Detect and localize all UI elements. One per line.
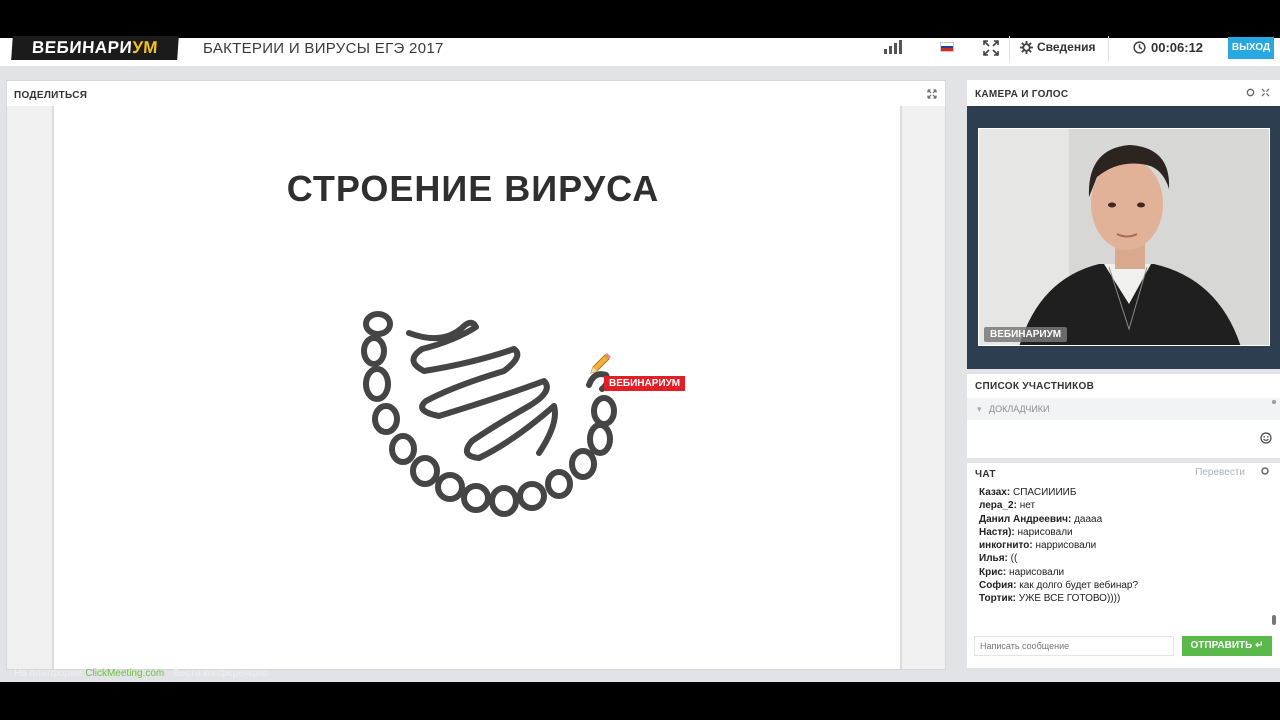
chat-text: наррисовали [1035, 540, 1097, 552]
fullscreen-icon[interactable] [983, 40, 999, 56]
presenter-video-image [979, 129, 1269, 345]
chat-message: лера_2: нет [979, 499, 1264, 512]
logo: ВЕБИНАРИУМ [11, 36, 179, 60]
chat-header: ЧАТ [975, 469, 996, 480]
scrollbar[interactable] [1272, 400, 1276, 404]
slide-viewport: СТРОЕНИЕ ВИРУСА ВЕБИНАРИУМ [7, 106, 945, 669]
expand-icon[interactable] [1261, 88, 1270, 97]
virus-sketch-drawing [361, 311, 617, 517]
top-bar: ВЕБИНАРИУМ БАКТЕРИИ И ВИРУСЫ ЕГЭ 2017 Св… [0, 36, 1280, 66]
info-label: Сведения [1037, 40, 1096, 54]
participants-header: СПИСОК УЧАСТНИКОВ [975, 381, 1095, 392]
send-button[interactable]: ОТПРАВИТЬ ↵ [1182, 636, 1272, 656]
chat-text: как долго будет вебинар? [1019, 580, 1139, 592]
participants-panel: СПИСОК УЧАСТНИКОВ ДОКЛАДЧИКИ [967, 374, 1280, 458]
chat-author: Данил Андреевич: [979, 513, 1072, 525]
clickmeeting-link[interactable]: ClickMeeting.com [85, 668, 164, 679]
footer-suffix: - Вести конференцию [167, 668, 269, 679]
chat-author: София: [979, 580, 1017, 592]
expand-icon[interactable] [927, 89, 937, 99]
presenter-cursor-label: ВЕБИНАРИУМ [604, 376, 686, 391]
signal-bars-icon [884, 40, 906, 54]
footer: На платформе ClickMeeting.com - Вести ко… [14, 668, 268, 679]
share-header: ПОДЕЛИТЬСЯ [14, 90, 88, 101]
chat-message: Илья: (( [979, 552, 1264, 565]
presentation-slide[interactable]: СТРОЕНИЕ ВИРУСА ВЕБИНАРИУМ [52, 106, 902, 669]
enter-icon: ↵ [1255, 640, 1264, 651]
camera-panel: КАМЕРА И ГОЛОС ВЕБИНАРИУМ [967, 80, 1280, 369]
session-timer: 00:06:12 [1133, 40, 1203, 55]
chat-author: Казах: [979, 487, 1011, 498]
share-panel: ПОДЕЛИТЬСЯ СТРОЕНИЕ ВИРУСА ВЕБИНАРИУМ [6, 80, 946, 670]
pencil-icon [590, 353, 611, 374]
logo-accent: УМ [131, 38, 159, 57]
chat-author: Настя): [979, 526, 1015, 538]
chat-panel: ЧАТ Перевести Казах: СПАСИИИИБ лера_2: н… [967, 463, 1280, 668]
chat-message-input[interactable] [974, 636, 1174, 656]
timer-value: 00:06:12 [1151, 40, 1204, 55]
slide-title: СТРОЕНИЕ ВИРУСА [286, 168, 660, 209]
camera-name-label: ВЕБИНАРИУМ [984, 327, 1068, 342]
translate-link[interactable]: Перевести [1195, 467, 1245, 478]
chat-message: Тортик: УЖЕ ВСЕ ГОТОВО)))) [979, 592, 1264, 605]
chat-message: София: как долго будет вебинар? [979, 579, 1264, 592]
chat-text: УЖЕ ВСЕ ГОТОВО)))) [1018, 593, 1121, 605]
main-content: ПОДЕЛИТЬСЯ СТРОЕНИЕ ВИРУСА ВЕБИНАРИУМ КА… [0, 66, 1280, 682]
divider [1108, 36, 1109, 62]
logo-text: ВЕБИНАРИ [31, 38, 133, 57]
camera-header: КАМЕРА И ГОЛОС [975, 89, 1069, 100]
chat-text: (( [1010, 553, 1018, 565]
exit-button[interactable]: ВЫХОД [1228, 37, 1274, 59]
footer-prefix: На платформе [14, 668, 83, 679]
chat-message: Данил Андреевич: дaaaa [979, 513, 1264, 526]
chat-text: нарисовали [1009, 566, 1065, 578]
video-area: ВЕБИНАРИУМ [967, 106, 1280, 369]
chat-message: инкогнито: наррисовали [979, 539, 1264, 552]
speakers-section[interactable]: ДОКЛАДЧИКИ [967, 398, 1280, 420]
gear-icon[interactable] [1260, 466, 1270, 476]
chat-text: нет [1019, 500, 1036, 512]
chat-message: Казах: СПАСИИИИБ [979, 486, 1264, 499]
info-button[interactable]: Сведения [1020, 40, 1095, 54]
send-label: ОТПРАВИТЬ [1190, 640, 1253, 651]
chat-text: СПАСИИИИБ [1012, 487, 1077, 498]
webinar-title: БАКТЕРИИ И ВИРУСЫ ЕГЭ 2017 [203, 40, 444, 57]
chat-author: лера_2: [979, 500, 1017, 512]
chat-author: Крис: [979, 566, 1007, 578]
chat-text: дaaaa [1074, 513, 1103, 525]
settings-icon[interactable] [1246, 88, 1255, 97]
chat-message: Настя): нарисовали [979, 526, 1264, 539]
clock-icon [1133, 41, 1146, 54]
chat-author: Тортик: [979, 593, 1016, 605]
chat-text: нарисовали [1017, 526, 1073, 538]
language-flag-icon[interactable] [940, 42, 954, 52]
chat-message: Крис: нарисовали [979, 566, 1264, 579]
smile-icon[interactable] [1260, 432, 1272, 444]
scrollbar[interactable] [1272, 615, 1276, 625]
chat-author: инкогнито: [979, 540, 1033, 552]
chat-messages: Казах: СПАСИИИИБ лера_2: нет Данил Андре… [979, 486, 1264, 606]
webinar-app: ВЕБИНАРИУМ БАКТЕРИИ И ВИРУСЫ ЕГЭ 2017 Св… [0, 0, 1280, 720]
divider [1009, 36, 1010, 62]
gear-icon [1020, 40, 1033, 54]
camera-video[interactable]: ВЕБИНАРИУМ [978, 128, 1270, 346]
chat-author: Илья: [979, 553, 1008, 565]
